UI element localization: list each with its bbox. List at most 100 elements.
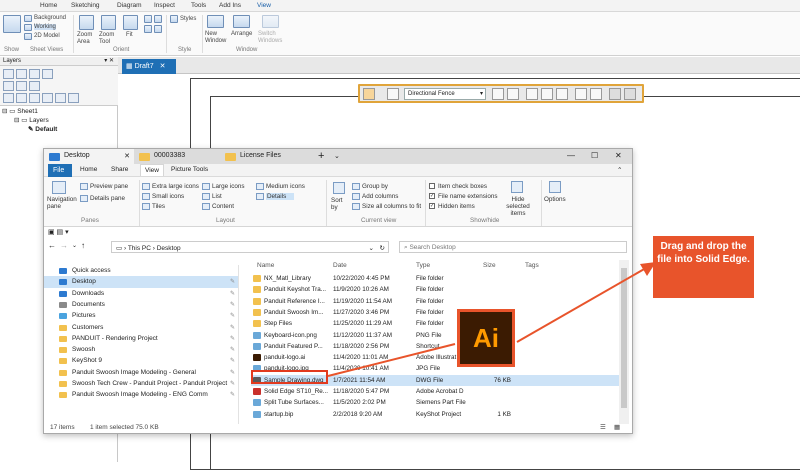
size-all-columns-button[interactable]: Size all columns to fit: [362, 203, 421, 210]
forward-arrow-icon[interactable]: →: [60, 241, 68, 250]
address-bar[interactable]: ▭ › This PC › Desktop ⌄ ↻: [111, 241, 389, 253]
nav-item[interactable]: KeyShot 9 ✎: [44, 355, 238, 366]
file-row[interactable]: startup.bip 2/2/2018 9:20 AM KeyShot Proje…: [251, 409, 621, 420]
options-icon[interactable]: [549, 181, 561, 193]
navigation-pane-icon[interactable]: [52, 181, 66, 194]
tab-sketching[interactable]: Sketching: [71, 2, 100, 9]
layer-tool-8-icon[interactable]: [3, 93, 14, 103]
cmd-tool-4-icon[interactable]: [541, 88, 553, 100]
cmd-accept-icon[interactable]: [609, 88, 621, 100]
menu-view[interactable]: View: [140, 164, 164, 176]
menu-picture-tools[interactable]: Picture Tools: [171, 166, 208, 173]
minimize-icon[interactable]: —: [567, 151, 575, 160]
sort-by-button[interactable]: Sort by: [331, 197, 349, 211]
layer-tool-13-icon[interactable]: [68, 93, 79, 103]
column-tags[interactable]: Tags: [525, 262, 539, 269]
nav-item[interactable]: Quick access: [44, 265, 238, 276]
back-arrow-icon[interactable]: ←: [48, 241, 56, 250]
layer-tool-1-icon[interactable]: [3, 69, 14, 79]
layer-tool-12-icon[interactable]: [55, 93, 66, 103]
nav-item[interactable]: Documents ✎: [44, 299, 238, 310]
up-arrow-icon[interactable]: ↑: [81, 241, 85, 250]
layout-details[interactable]: Details: [266, 193, 295, 200]
zoom-area-button[interactable]: Zoom Area: [77, 32, 99, 46]
hide-selected-icon[interactable]: [511, 181, 523, 193]
nav-item[interactable]: Panduit Swoosh Image Modeling - ENG Comm…: [44, 389, 238, 400]
nav-item[interactable]: Customers ✎: [44, 322, 238, 333]
cmd-tool-2-icon[interactable]: [507, 88, 519, 100]
layer-tool-3-icon[interactable]: [29, 69, 40, 79]
nav-item[interactable]: PANDUIT - Rendering Project ✎: [44, 333, 238, 344]
tab-tools[interactable]: Tools: [191, 2, 206, 9]
thumbnails-view-icon[interactable]: ▦: [614, 423, 620, 431]
cmd-back-icon[interactable]: [575, 88, 587, 100]
cmd-tool-1-icon[interactable]: [492, 88, 504, 100]
menu-home[interactable]: Home: [80, 166, 97, 173]
column-type[interactable]: Type: [416, 262, 430, 269]
file-row[interactable]: Split Tube Surfaces... 11/5/2020 2:02 PM S…: [251, 397, 621, 408]
fit-icon[interactable]: [123, 15, 138, 30]
hidden-items-checkbox[interactable]: ✓: [429, 203, 435, 209]
layout-tiles[interactable]: Tiles: [152, 203, 165, 210]
layer-tool-11-icon[interactable]: [42, 93, 53, 103]
fence-mode-select[interactable]: Directional Fence ▾: [404, 88, 486, 100]
file-row[interactable]: Step Files 11/25/2020 11:29 AM File folder: [251, 318, 621, 329]
file-row[interactable]: Panduit Reference I... 11/19/2020 11:54 A…: [251, 296, 621, 307]
layer-tool-2-icon[interactable]: [16, 69, 27, 79]
navigation-pane-button[interactable]: Navigation pane: [47, 196, 82, 210]
file-row[interactable]: Panduit Swoosh Im... 11/27/2020 3:46 PM Fi…: [251, 307, 621, 318]
new-window-button[interactable]: New Window: [205, 31, 229, 45]
column-name[interactable]: Name: [257, 262, 274, 269]
tab-dropdown-icon[interactable]: ⌄: [334, 152, 340, 160]
explorer-tab-license-files[interactable]: License Files: [220, 149, 312, 164]
tab-home[interactable]: Home: [40, 2, 57, 9]
layout-medium-icons[interactable]: Medium icons: [266, 183, 305, 190]
explorer-tab-00003383[interactable]: 00003383: [134, 149, 220, 164]
file-row[interactable]: NX_Matl_Library 10/22/2020 4:45 PM File fo…: [251, 273, 621, 284]
tree-item-default[interactable]: ✎ Default: [28, 125, 57, 133]
address-dropdown-icon[interactable]: ⌄: [369, 244, 374, 252]
scrollbar-thumb[interactable]: [621, 268, 627, 408]
file-row[interactable]: Panduit Keyshot Tra... 11/9/2020 10:26 AM…: [251, 284, 621, 295]
file-list-scrollbar[interactable]: [619, 260, 629, 424]
pane-pin-close-icon[interactable]: ▾ ✕: [104, 57, 114, 64]
orient-icon-1[interactable]: [144, 15, 152, 23]
cmd-tool-5-icon[interactable]: [556, 88, 568, 100]
file-row[interactable]: Keyboard-icon.png 11/12/2020 11:37 AM PNG …: [251, 330, 621, 341]
nav-item[interactable]: Swoosh ✎: [44, 344, 238, 355]
layer-tool-5-icon[interactable]: [3, 81, 14, 91]
menu-file[interactable]: File: [48, 164, 72, 177]
layer-tool-4-icon[interactable]: [42, 69, 53, 79]
zoom-tool-button[interactable]: Zoom Tool: [99, 32, 121, 46]
document-tab-draft7[interactable]: ▦ Draft7 ✕: [122, 59, 176, 74]
select-arrow-icon[interactable]: [363, 88, 375, 100]
preview-pane-button[interactable]: Preview pane: [90, 183, 128, 190]
nav-item[interactable]: Downloads ✎: [44, 288, 238, 299]
layer-tool-9-icon[interactable]: [16, 93, 27, 103]
explorer-tab-desktop[interactable]: Desktop ✕: [44, 149, 134, 164]
sheet-view-working[interactable]: Working: [34, 24, 56, 30]
layout-small-icons[interactable]: Small icons: [152, 193, 184, 200]
tab-diagram[interactable]: Diagram: [117, 2, 142, 9]
file-name-extensions-checkbox[interactable]: ✓: [429, 193, 435, 199]
tab-view[interactable]: View: [257, 2, 271, 9]
options-button[interactable]: Options: [544, 196, 566, 203]
tab-inspect[interactable]: Inspect: [154, 2, 175, 9]
add-columns-button[interactable]: Add columns: [362, 193, 398, 200]
new-window-icon[interactable]: [207, 15, 224, 28]
arrange-button[interactable]: Arrange: [231, 31, 252, 37]
sheet-view-background[interactable]: Background: [34, 15, 66, 21]
refresh-icon[interactable]: ↻: [380, 244, 385, 252]
cmd-close-icon[interactable]: [624, 88, 636, 100]
orient-icon-4[interactable]: [154, 25, 162, 33]
layer-tool-6-icon[interactable]: [16, 81, 27, 91]
group-by-button[interactable]: Group by: [362, 183, 388, 190]
breadcrumb-desktop[interactable]: Desktop: [157, 245, 181, 252]
layout-list[interactable]: List: [212, 193, 222, 200]
select-options-icon[interactable]: [387, 88, 399, 100]
nav-item[interactable]: Pictures ✎: [44, 310, 238, 321]
tab-close-icon[interactable]: ✕: [124, 152, 130, 160]
sheet-view-2d-model[interactable]: 2D Model: [34, 33, 60, 39]
nav-item[interactable]: Desktop ✎: [44, 276, 238, 288]
item-check-boxes-checkbox[interactable]: [429, 183, 435, 189]
